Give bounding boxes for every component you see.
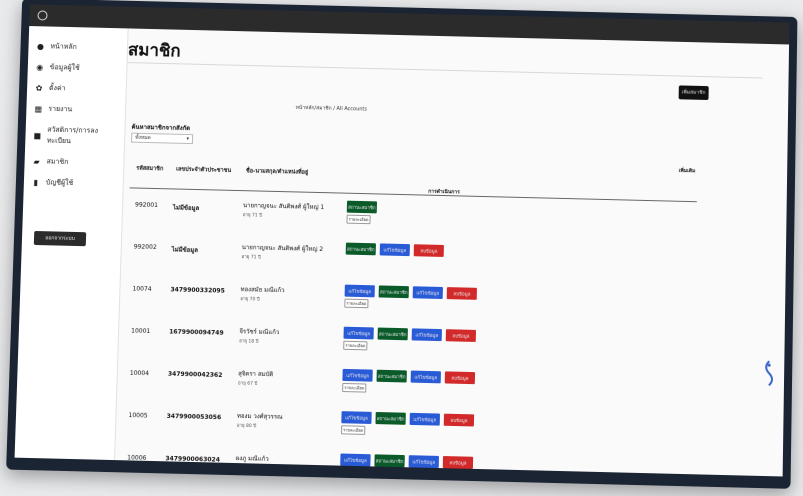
member-id: 10074 [132,285,152,293]
chevron-down-icon: ▾ [186,135,190,143]
member-id: 10004 [129,369,150,378]
member-name: จีรวัชร์ มณีแก้ว [239,328,280,337]
delete-button[interactable]: ลบข้อมูล [445,329,477,342]
member-age: อายุ 70 ปี [240,297,260,303]
column-header-member-id: รหัสสมาชิก [136,165,164,173]
member-age: อายุ 18 ปี [239,339,259,345]
citizen-id: 3479900332095 [170,286,225,295]
member-name: ทองสมัย มณีแก้ว [240,286,285,295]
member-name: ทองม วงศ์สุวรรณ [236,412,283,421]
filter-label: ค้นหาสมาชิกจากสังกัด [131,123,191,133]
sidebar: ● หน้าหลัก ◉ ข้อมูลผู้ใช้ ✿ ตั้งค่า ▦ รา… [14,26,129,461]
status-button[interactable]: สถานะสมาชิก [377,327,408,341]
member-id: 992002 [133,243,157,251]
edit-button[interactable]: แก้ไขข้อมูล [340,453,371,467]
citizen-id: ไม่มีข้อมูล [172,204,200,213]
member-age: อายุ 71 ปี [241,255,261,261]
report-icon: ▦ [34,104,43,114]
status-button[interactable]: สถานะสมาชิก [376,369,407,383]
member-age: อายุ 67 ปี [237,381,258,387]
citizen-id: ไม่มีข้อมูล [171,246,199,254]
document-icon: ▮ [33,178,39,188]
member-age: อายุ 80 ปี [236,423,257,430]
member-age: อายุ 67 ปี [235,466,255,472]
member-id: 10006 [127,454,147,462]
details-button[interactable]: รายละเอียด [341,425,366,435]
member-id: 10005 [128,411,148,420]
details-button[interactable]: รายละเอียด [339,467,365,477]
edit-button[interactable]: แก้ไขข้อมูล [341,411,372,424]
sidebar-item-members[interactable]: ▰ สมาชิก [24,151,123,174]
member-id: 10001 [131,327,151,335]
sidebar-item-welfare[interactable]: ■ สวัสดิการ/การลงทะเบียน [25,119,125,153]
status-button[interactable]: สถานะสมาชิก [345,242,376,256]
screen: ● หน้าหลัก ◉ ข้อมูลผู้ใช้ ✿ ตั้งค่า ▦ รา… [14,4,790,477]
sidebar-item-home[interactable]: ● หน้าหลัก [28,36,127,59]
delete-button[interactable]: ลบข้อมูล [446,287,477,300]
edit-button[interactable]: แก้ไขข้อมูล [412,286,443,300]
delete-button[interactable]: ลบข้อมูล [442,456,474,469]
header-divider [127,62,763,79]
details-button[interactable]: รายละเอียด [344,298,369,309]
sidebar-item-label: สมาชิก [46,157,69,166]
delete-button[interactable]: ลบข้อมูล [443,413,475,427]
edit-button[interactable]: แก้ไขข้อมูล [343,326,374,340]
member-name: นายกาญจนะ สันติพงศ์ ผู้ใหญ่ 2 [241,244,324,254]
member-name: นายกาญจนะ สันติพงศ์ ผู้ใหญ่ 1 [242,202,325,212]
sidebar-item-label: ตั้งค่า [48,83,66,93]
sidebar-item-user-info[interactable]: ◉ ข้อมูลผู้ใช้ [27,57,126,80]
edit-button[interactable]: แก้ไขข้อมูล [344,284,375,298]
edit-button[interactable]: แก้ไขข้อมูล [342,368,373,382]
sidebar-item-label: สวัสดิการ/การลงทะเบียน [46,125,99,146]
edit-button[interactable]: แก้ไขข้อมูล [409,412,440,426]
edit-button[interactable]: แก้ไขข้อมูล [379,243,410,257]
delete-button[interactable]: ลบข้อมูล [444,371,476,385]
breadcrumb: หน้าหลัก/สมาชิก / All Accounts [295,104,368,113]
member-name: ผงภู มณีแก้ว [235,454,269,463]
monitor-frame: ● หน้าหลัก ◉ ข้อมูลผู้ใช้ ✿ ตั้งค่า ▦ รา… [6,0,798,489]
status-button[interactable]: สถานะสมาชิก [375,411,406,425]
edit-button[interactable]: แก้ไขข้อมูล [408,455,439,469]
status-button[interactable]: สถานะสมาชิก [346,200,378,214]
member-name: สุจิตรา สมบัติ [238,370,274,379]
user-icon: ◉ [36,62,44,72]
citizen-id: 3479900042362 [167,370,223,379]
citizen-id: 3479900063024 [165,455,221,464]
sidebar-item-label: บัญชีผู้ใช้ [45,178,74,187]
details-button[interactable]: รายละเอียด [342,382,367,393]
more-label: เพิ่มเติม [678,167,696,175]
edit-button[interactable]: แก้ไขข้อมูล [411,328,442,342]
sidebar-item-label: ข้อมูลผู้ใช้ [49,63,80,72]
filter-select-value: ทั้งหมด [135,134,151,142]
members-icon: ▰ [33,157,40,167]
details-button[interactable]: รายละเอียด [343,340,368,351]
filter-select[interactable]: ทั้งหมด ▾ [131,132,194,145]
form-icon: ■ [33,130,42,140]
member-id: 992001 [134,201,159,210]
sidebar-item-settings[interactable]: ✿ ตั้งค่า [27,77,126,100]
app-logo-icon [37,10,48,21]
status-button[interactable]: สถานะสมาชิก [374,454,405,468]
details-button[interactable]: รายละเอียด [346,214,371,225]
sidebar-item-label: รายงาน [48,104,73,114]
add-member-button[interactable]: เพิ่มสมาชิก [678,85,709,101]
page-title: สมาชิก [127,40,181,62]
row-actions: สถานะสมาชิก รายละเอียด [346,199,607,225]
settings-icon: ✿ [35,83,43,93]
sidebar-item-label: หน้าหลัก [50,42,77,51]
column-header-citizen-id: เลขประจำตัวประชาชน [176,166,232,174]
citizen-id: 3479900053056 [166,412,222,422]
status-button[interactable]: สถานะสมาชิก [378,285,409,299]
delete-button[interactable]: ลบข้อมูล [413,244,444,257]
circle-icon: ● [36,42,45,52]
member-age: อายุ 71 ปี [242,213,263,219]
edit-button[interactable]: แก้ไขข้อมูล [410,370,441,384]
phone-icon [762,359,776,388]
logout-button[interactable]: ออกจากระบบ [33,230,87,247]
sidebar-item-accounts[interactable]: ▮ บัญชีผู้ใช้ [24,172,123,195]
sidebar-item-report[interactable]: ▦ รายงาน [26,98,125,121]
citizen-id: 1679900094749 [169,328,224,337]
column-header-name-address: ชื่อ-นามสกุล/ตำแหน่งที่อยู่ [245,168,309,176]
